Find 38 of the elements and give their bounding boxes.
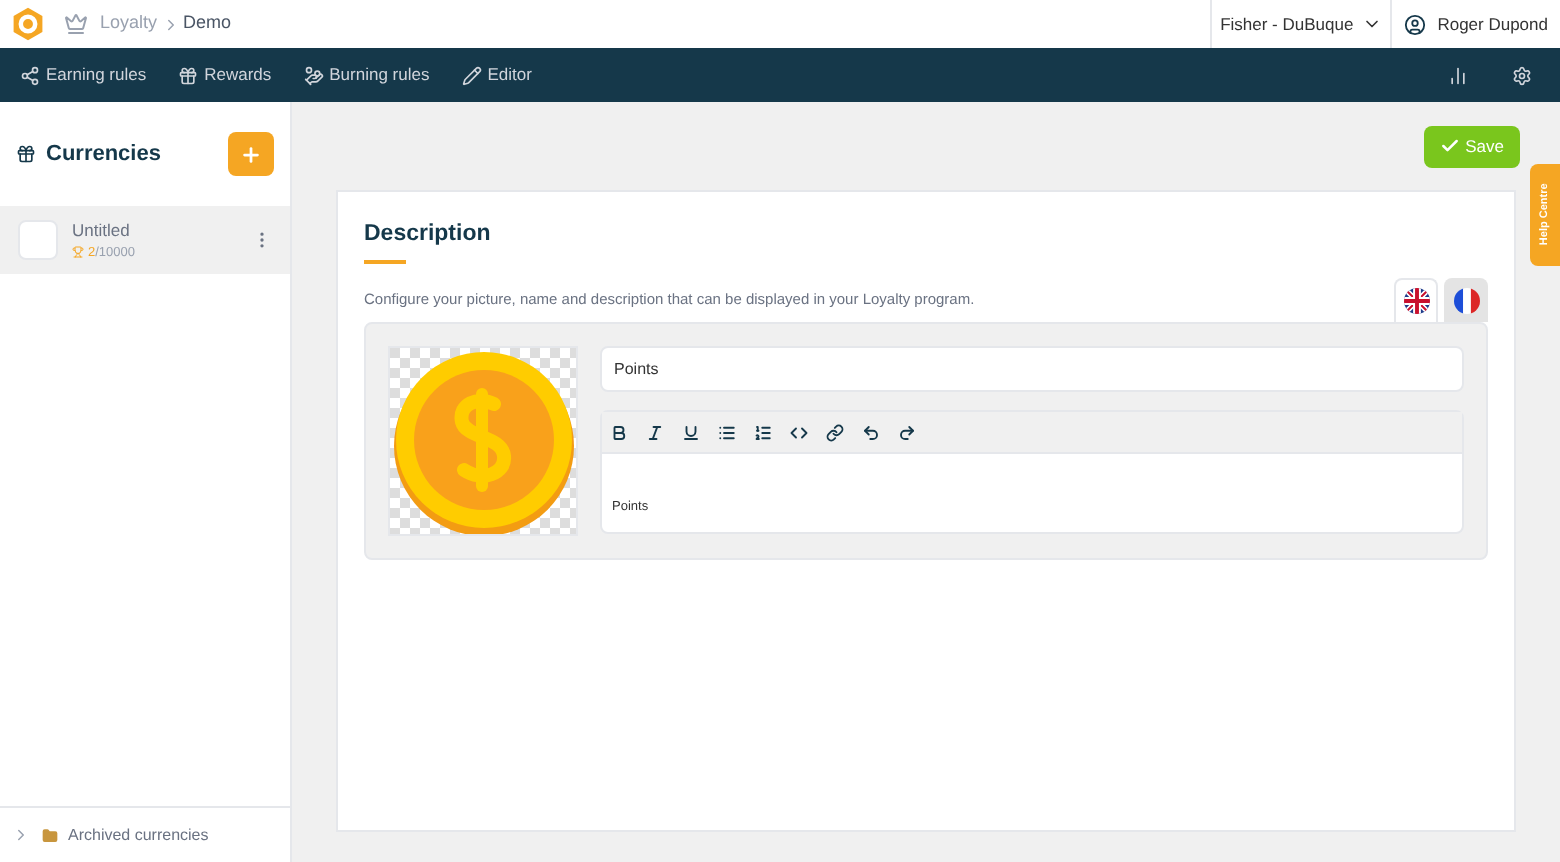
- nav-item[interactable]: Burning rules: [303, 62, 430, 88]
- currency-thumbnail: [18, 220, 58, 260]
- trophy-icon: [72, 246, 84, 259]
- chart-icon[interactable]: [1448, 65, 1468, 85]
- folder-icon: [42, 827, 58, 843]
- bullet-list-icon[interactable]: [718, 423, 736, 442]
- language-tab[interactable]: [1444, 278, 1488, 323]
- nav-item[interactable]: Rewards: [178, 62, 272, 88]
- crown-icon: [64, 12, 88, 36]
- card-title: Description: [364, 220, 493, 250]
- link-icon[interactable]: [826, 423, 844, 442]
- user-icon: [1403, 13, 1426, 35]
- archived-link[interactable]: Archived currencies: [68, 823, 209, 847]
- undo-icon[interactable]: [862, 423, 880, 442]
- sidebar-title: Currencies: [46, 139, 161, 170]
- italic-icon[interactable]: [646, 423, 664, 442]
- currency-name: Untitled: [72, 217, 132, 243]
- user-name[interactable]: Roger Dupond: [1437, 11, 1548, 37]
- underline-icon[interactable]: [682, 423, 700, 442]
- network-icon: [20, 65, 40, 85]
- france-flag-icon: [1453, 287, 1479, 314]
- nav-item[interactable]: Editor: [461, 62, 532, 88]
- hand-coins-icon: [303, 65, 324, 85]
- language-tab[interactable]: [1394, 278, 1438, 323]
- check-icon: [1439, 136, 1460, 156]
- gift-icon: [178, 65, 199, 85]
- uk-flag-icon: [1403, 288, 1429, 315]
- name-field[interactable]: Points: [600, 346, 1464, 393]
- gift-icon: [16, 144, 36, 164]
- pencil-icon: [461, 65, 482, 85]
- code-icon[interactable]: [790, 423, 808, 442]
- numbered-list-icon[interactable]: [754, 423, 772, 442]
- bold-icon[interactable]: [610, 423, 628, 442]
- nav-item[interactable]: Earning rules: [20, 62, 147, 88]
- breadcrumb-current: Demo: [183, 10, 232, 37]
- plus-icon: [240, 143, 262, 165]
- settings-icon[interactable]: [1512, 65, 1532, 85]
- redo-icon[interactable]: [898, 423, 916, 442]
